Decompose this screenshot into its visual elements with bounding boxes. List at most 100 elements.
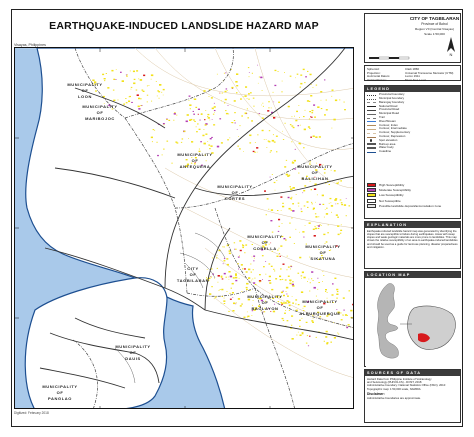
susceptibility-speck	[128, 96, 130, 98]
susceptibility-speck	[300, 210, 303, 213]
susceptibility-speck	[243, 151, 244, 152]
svg-text:OF: OF	[97, 110, 104, 115]
susceptibility-speck	[254, 284, 257, 286]
susceptibility-speck	[225, 110, 227, 112]
susceptibility-speck	[207, 141, 209, 142]
susceptibility-speck	[284, 72, 285, 73]
susceptibility-speck	[282, 263, 285, 265]
susceptibility-speck	[206, 269, 208, 270]
legend-symbol-icon	[367, 132, 376, 134]
susceptibility-speck	[105, 73, 107, 74]
svg-text:OF: OF	[232, 190, 239, 195]
svg-text:MUNICIPALITY: MUNICIPALITY	[42, 384, 77, 389]
hazard-legend-item: Not Susceptible	[367, 198, 460, 203]
susceptibility-speck	[136, 94, 139, 96]
susceptibility-speck	[259, 281, 261, 283]
susceptibility-speck	[103, 78, 106, 80]
susceptibility-speck	[317, 288, 319, 290]
susceptibility-speck	[325, 330, 328, 333]
susceptibility-speck	[211, 136, 213, 138]
susceptibility-speck	[272, 91, 274, 93]
susceptibility-speck	[214, 112, 215, 113]
susceptibility-speck	[227, 113, 230, 115]
susceptibility-speck	[299, 117, 300, 118]
susceptibility-speck	[268, 101, 270, 103]
susceptibility-speck	[287, 301, 291, 304]
susceptibility-speck	[220, 276, 223, 278]
susceptibility-speck	[246, 311, 248, 313]
susceptibility-speck	[312, 87, 314, 88]
susceptibility-speck	[228, 250, 231, 252]
hazard-legend-label: Not Susceptible	[379, 198, 401, 203]
susceptibility-speck	[315, 216, 318, 218]
susceptibility-speck	[210, 97, 213, 99]
susceptibility-speck	[219, 92, 221, 94]
susceptibility-speck	[240, 98, 242, 100]
susceptibility-speck	[247, 67, 250, 69]
susceptibility-speck	[300, 82, 303, 85]
susceptibility-speck	[264, 190, 266, 192]
legend-symbol-icon	[367, 98, 376, 100]
susceptibility-speck	[150, 78, 152, 80]
susceptibility-speck	[254, 142, 256, 143]
susceptibility-speck	[180, 141, 183, 143]
map-canvas[interactable]: MUNICIPALITY OF LOON MUNICIPALITY OF MAR…	[15, 48, 354, 409]
susceptibility-speck	[166, 140, 169, 142]
susceptibility-speck	[318, 136, 321, 138]
susceptibility-speck	[208, 144, 211, 146]
susceptibility-speck	[162, 88, 165, 91]
susceptibility-speck	[244, 268, 246, 270]
susceptibility-speck	[325, 289, 327, 291]
susceptibility-speck	[189, 104, 192, 106]
susceptibility-speck	[236, 129, 238, 130]
hazard-legend-label: Possible landslide deposit/accumulation …	[379, 204, 442, 209]
susceptibility-speck	[307, 70, 309, 72]
susceptibility-speck	[314, 225, 316, 227]
susceptibility-speck	[210, 145, 213, 147]
susceptibility-speck	[323, 275, 325, 276]
susceptibility-speck	[272, 115, 274, 117]
susceptibility-speck	[274, 189, 276, 191]
susceptibility-speck	[309, 161, 311, 163]
susceptibility-speck	[319, 203, 321, 205]
susceptibility-speck	[189, 108, 191, 110]
susceptibility-speck	[308, 222, 311, 224]
susceptibility-speck	[200, 113, 203, 115]
susceptibility-speck	[220, 302, 222, 304]
susceptibility-speck	[303, 190, 306, 192]
map-frame[interactable]: MUNICIPALITY OF LOON MUNICIPALITY OF MAR…	[14, 47, 354, 409]
susceptibility-speck	[343, 309, 345, 311]
susceptibility-speck	[225, 276, 227, 278]
susceptibility-speck	[282, 130, 283, 132]
susceptibility-speck	[219, 118, 222, 120]
susceptibility-speck	[303, 205, 306, 207]
susceptibility-speck	[271, 250, 273, 252]
susceptibility-speck	[232, 310, 235, 312]
susceptibility-speck	[311, 278, 313, 280]
susceptibility-speck	[331, 294, 334, 296]
susceptibility-speck	[228, 252, 231, 255]
susceptibility-speck	[223, 300, 226, 302]
svg-text:N: N	[450, 52, 453, 56]
legend-symbol-icon	[367, 113, 376, 115]
susceptibility-speck	[193, 119, 195, 121]
susceptibility-speck	[223, 258, 226, 260]
susceptibility-speck	[217, 281, 219, 283]
susceptibility-speck	[139, 79, 143, 81]
susceptibility-speck	[161, 91, 163, 93]
susceptibility-speck	[207, 116, 209, 117]
susceptibility-speck	[336, 309, 338, 310]
susceptibility-speck	[289, 282, 292, 285]
susceptibility-speck	[270, 107, 272, 109]
susceptibility-speck	[335, 214, 338, 216]
susceptibility-speck	[188, 100, 190, 101]
susceptibility-speck	[259, 274, 261, 276]
susceptibility-speck	[254, 151, 256, 153]
susceptibility-speck	[350, 309, 353, 312]
legend-symbol-icon	[367, 102, 376, 104]
susceptibility-speck	[334, 99, 338, 102]
susceptibility-speck	[325, 213, 329, 215]
susceptibility-speck	[334, 277, 337, 279]
svg-text:DAUIS: DAUIS	[125, 356, 140, 361]
susceptibility-speck	[235, 274, 237, 276]
